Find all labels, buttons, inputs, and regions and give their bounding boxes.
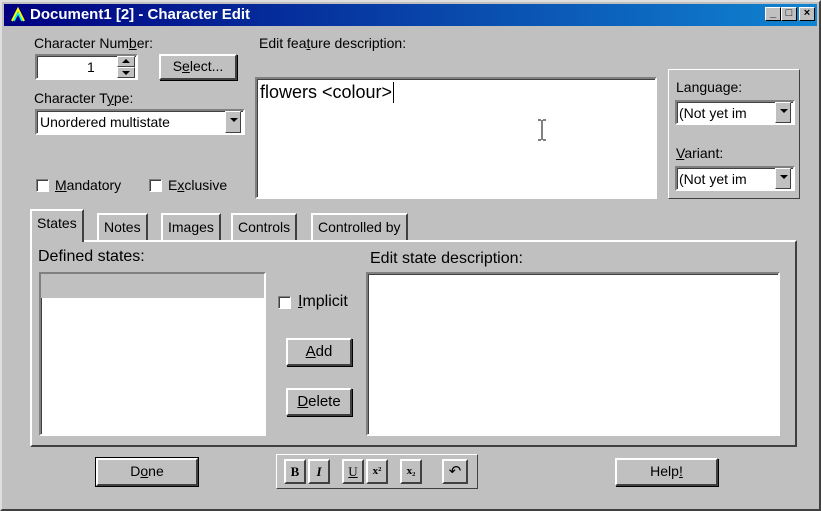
character-number-value: 1 [87, 59, 95, 75]
spin-up-icon [122, 59, 130, 63]
character-number-spinner[interactable]: 1 [35, 54, 138, 80]
undo-icon: ↶ [448, 462, 462, 480]
language-label: Language: [676, 79, 743, 95]
help-button[interactable]: Help! [615, 458, 718, 486]
defined-states-header-row [41, 274, 264, 298]
states-tab-panel: Defined states: Implicit Add Delete Edit… [30, 240, 797, 447]
variant-label: Variant: [676, 145, 724, 161]
feature-description-editor[interactable]: flowers <colour> [255, 77, 657, 199]
minimize-button[interactable]: _ [765, 7, 781, 21]
character-number-label: Character Number: [34, 35, 154, 51]
mandatory-checkbox[interactable] [36, 179, 49, 192]
tab-controls[interactable]: Controls [231, 213, 298, 240]
maximize-icon: □ [785, 7, 793, 19]
language-dropdown[interactable]: (Not yet im [675, 100, 795, 125]
variant-dropdown[interactable]: (Not yet im [675, 166, 795, 191]
underline-button[interactable]: U [342, 459, 364, 484]
implicit-label: Implicit [298, 293, 348, 310]
exclusive-label: Exclusive [168, 177, 228, 193]
add-button[interactable]: Add [286, 338, 352, 366]
tab-controlled-by[interactable]: Controlled by [311, 213, 408, 240]
character-type-dropdown[interactable]: Unordered multistate [35, 109, 245, 135]
spin-down-icon [122, 71, 130, 75]
subscript-button[interactable]: x₂ [400, 459, 422, 484]
delete-button[interactable]: Delete [286, 388, 352, 416]
character-type-label: Character Type: [34, 90, 134, 106]
tab-states[interactable]: States [30, 209, 84, 242]
done-button[interactable]: Done [95, 457, 199, 487]
chevron-down-icon[interactable] [775, 102, 791, 123]
window-title: Document1 [2] - Character Edit [30, 6, 251, 23]
character-edit-window: Document1 [2] - Character Edit _ □ × Cha… [0, 0, 821, 511]
undo-button[interactable]: ↶ [442, 459, 468, 484]
implicit-checkbox[interactable] [278, 296, 291, 309]
state-description-editor[interactable] [366, 272, 780, 436]
language-value: (Not yet im [679, 105, 747, 121]
exclusive-checkbox[interactable] [149, 179, 162, 192]
bold-button[interactable]: B [284, 459, 306, 484]
feature-description-label: Edit feature description: [259, 35, 407, 51]
edit-state-description-label: Edit state description: [370, 250, 523, 267]
character-type-value: Unordered multistate [40, 114, 170, 130]
italic-button[interactable]: I [308, 459, 330, 484]
tab-notes[interactable]: Notes [97, 213, 148, 240]
variant-value: (Not yet im [679, 171, 747, 187]
feature-description-text: flowers <colour> [260, 82, 395, 103]
close-button[interactable]: × [799, 7, 815, 21]
spin-up-button[interactable] [117, 56, 135, 67]
chevron-down-icon[interactable] [225, 111, 241, 133]
maximize-button[interactable]: □ [781, 7, 797, 21]
close-icon: × [803, 7, 811, 19]
text-cursor-icon [538, 119, 546, 141]
superscript-button[interactable]: x² [366, 459, 388, 484]
chevron-down-icon[interactable] [775, 168, 791, 189]
defined-states-list[interactable] [39, 272, 266, 436]
minimize-icon: _ [769, 7, 777, 19]
tab-images[interactable]: Images [161, 213, 221, 240]
spin-down-button[interactable] [117, 67, 135, 78]
select-button[interactable]: Select... [159, 54, 237, 80]
defined-states-label: Defined states: [38, 248, 145, 265]
title-bar[interactable]: Document1 [2] - Character Edit _ □ × [4, 4, 817, 26]
app-icon [11, 7, 25, 22]
mandatory-label: Mandatory [55, 177, 122, 193]
